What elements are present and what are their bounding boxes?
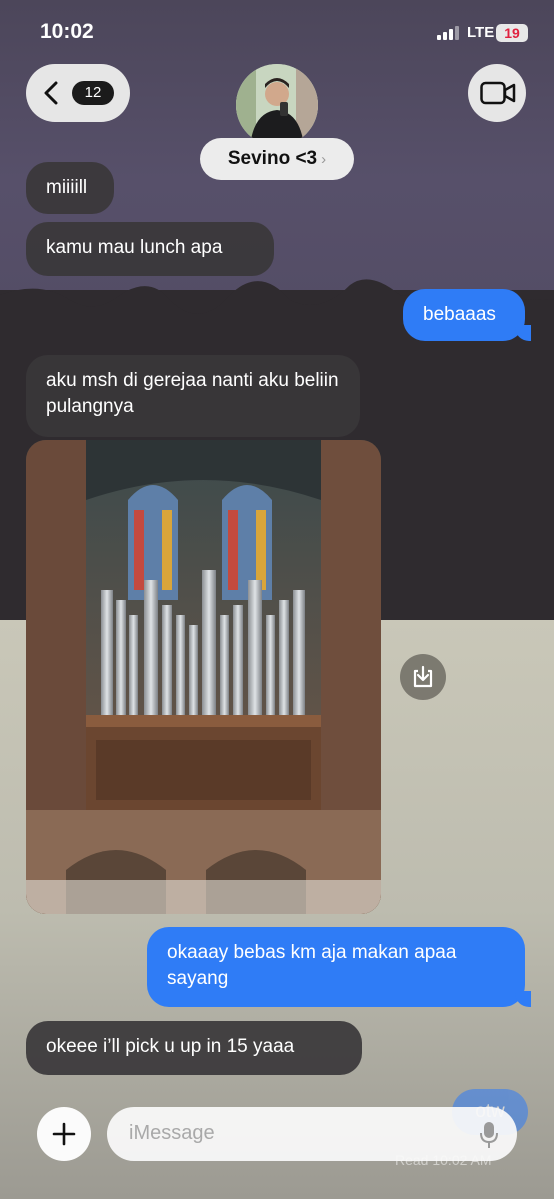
message-text: bebaaas <box>423 304 496 325</box>
facetime-video-button[interactable] <box>468 64 526 122</box>
status-time: 10:02 <box>40 20 94 43</box>
download-icon <box>413 665 433 688</box>
message-text: okeee i’ll pick u up in 15 yaaa <box>46 1036 295 1057</box>
message-sent[interactable]: bebaaas <box>403 289 531 341</box>
message-received[interactable]: kamu mau lunch apa <box>26 222 274 276</box>
avatar-photo <box>236 64 318 146</box>
contact-name: Sevino <3 <box>227 148 318 169</box>
message-text: okaaay bebas km aja makan apaa sayang <box>167 942 457 989</box>
church-organ-photo <box>26 440 381 914</box>
message-received[interactable]: okeee i’ll pick u up in 15 yaaa <box>26 1021 362 1075</box>
contact-name-button[interactable]: Sevino <3 › <box>200 138 354 180</box>
message-text: miiiill <box>46 177 88 198</box>
message-text: kamu mau lunch apa <box>46 237 223 258</box>
chevron-right-icon: › <box>321 151 327 168</box>
imessage-input[interactable]: iMessage <box>107 1107 517 1161</box>
back-button[interactable]: 12 <box>26 64 130 122</box>
message-received[interactable]: miiiill <box>26 162 114 214</box>
battery-icon: 19 <box>496 24 528 42</box>
message-text: aku msh di gerejaa nanti aku beliin pula… <box>46 370 339 417</box>
unread-count-badge: 12 <box>72 81 114 105</box>
photo-message[interactable] <box>26 440 381 914</box>
message-received[interactable]: aku msh di gerejaa nanti aku beliin pula… <box>26 355 360 437</box>
save-photo-button[interactable] <box>400 654 446 700</box>
microphone-icon[interactable] <box>479 1121 499 1149</box>
message-sent[interactable]: okaaay bebas km aja makan apaa sayang <box>147 927 531 1007</box>
signal-icon <box>437 26 459 40</box>
network-label: LTE <box>467 24 495 41</box>
plus-icon <box>52 1122 76 1146</box>
chevron-left-icon <box>44 81 58 105</box>
apps-plus-button[interactable] <box>37 1107 91 1161</box>
video-camera-icon <box>480 81 516 105</box>
input-placeholder: iMessage <box>129 1122 215 1144</box>
status-bar: 10:02 LTE 19 <box>0 0 554 60</box>
contact-avatar[interactable] <box>236 64 318 146</box>
